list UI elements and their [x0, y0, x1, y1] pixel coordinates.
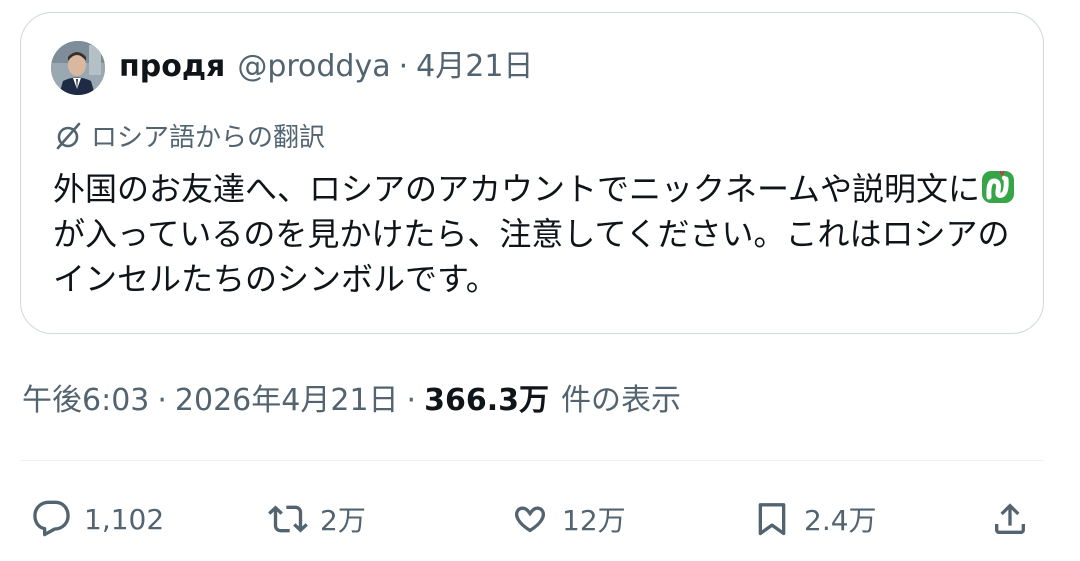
tweet-time[interactable]: 午後6:03 — [22, 381, 149, 421]
like-button[interactable]: 12万 — [510, 494, 626, 544]
meta-separator-2: · — [406, 383, 417, 418]
author-avatar[interactable] — [51, 41, 105, 95]
bookmark-button[interactable]: 2.4万 — [752, 494, 877, 544]
views-count[interactable]: 366.3万 — [424, 381, 549, 421]
retweet-icon — [268, 505, 308, 533]
action-bar: 1,102 2万 12万 2.4万 — [0, 494, 1080, 544]
author-name[interactable]: продя — [119, 47, 225, 87]
retweet-button[interactable]: 2万 — [268, 494, 366, 544]
share-button[interactable] — [990, 494, 1030, 544]
like-count: 12万 — [562, 504, 626, 537]
bookmark-count: 2.4万 — [804, 504, 877, 537]
meta-separator: · — [157, 383, 167, 418]
divider — [20, 460, 1044, 461]
separator-dot: · — [398, 49, 409, 84]
tweet-meta: 午後6:03 · 2026年4月21日 · 366.3万 件の表示 — [22, 381, 681, 421]
quoted-tweet-date[interactable]: 4月21日 — [416, 47, 533, 87]
translation-label[interactable]: ロシア語からの翻訳 — [53, 117, 325, 154]
views-label: 件の表示 — [560, 383, 681, 418]
share-icon — [995, 503, 1025, 534]
tweet-date[interactable]: 2026年4月21日 — [175, 381, 399, 421]
author-row: продя @proddya · 4月21日 — [119, 47, 533, 87]
author-handle[interactable]: @proddya — [237, 47, 390, 87]
translate-icon — [56, 122, 81, 149]
reply-count: 1,102 — [84, 502, 165, 536]
reply-icon — [33, 500, 70, 537]
tweet-text-part2: が入っているのを見かけたら、注意してください。これはロシアのインセルたちのシンボ… — [53, 215, 1010, 298]
heart-icon — [515, 506, 545, 533]
bookmark-icon — [758, 503, 786, 536]
quoted-tweet-card[interactable]: продя @proddya · 4月21日 ロシア語からの翻訳 外国のお友達へ… — [20, 12, 1044, 334]
reply-button[interactable]: 1,102 — [32, 494, 164, 544]
snake-emoji-icon — [982, 170, 1015, 203]
tweet-text-part1: 外国のお友達へ、ロシアのアカウントでニックネームや説明文に — [53, 170, 981, 208]
retweet-count: 2万 — [320, 504, 366, 537]
quoted-tweet-text: 外国のお友達へ、ロシアのアカウントでニックネームや説明文に が入っているのを見か… — [53, 167, 1023, 302]
translation-label-text: ロシア語からの翻訳 — [91, 123, 326, 153]
